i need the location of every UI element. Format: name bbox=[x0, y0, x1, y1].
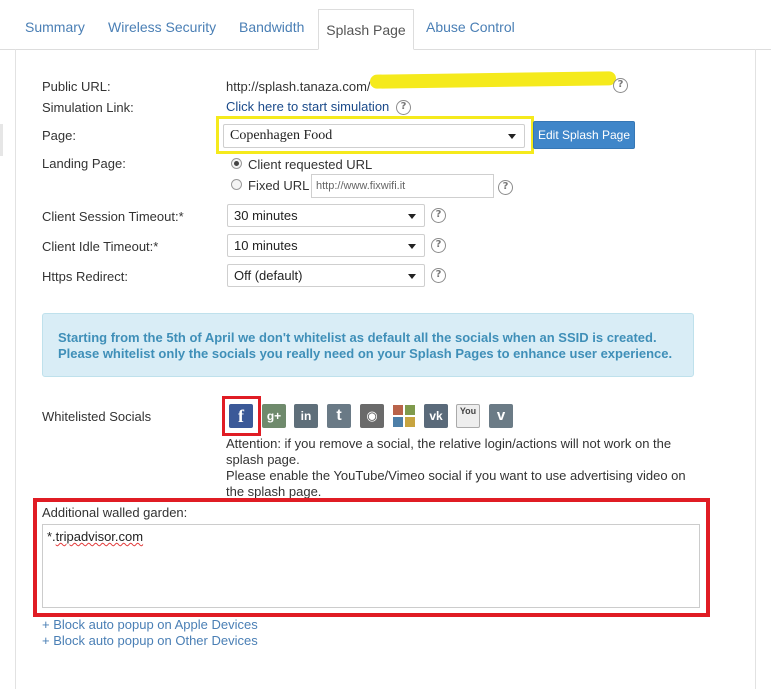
fixed-url-input[interactable]: http://www.fixwifi.it bbox=[311, 174, 494, 198]
client-idle-timeout-label: Client Idle Timeout:* bbox=[42, 239, 159, 254]
chevron-down-icon bbox=[408, 244, 416, 249]
client-idle-timeout-select[interactable]: 10 minutes bbox=[227, 234, 425, 257]
help-icon[interactable]: ? bbox=[498, 180, 513, 195]
walled-garden-value: tripadvisor.com bbox=[55, 529, 144, 544]
chevron-down-icon bbox=[408, 274, 416, 279]
chevron-down-icon bbox=[508, 134, 516, 139]
facebook-icon[interactable]: f bbox=[229, 404, 253, 428]
help-icon[interactable]: ? bbox=[431, 268, 446, 283]
client-requested-url-label: Client requested URL bbox=[248, 157, 373, 172]
fixed-url-label: Fixed URL bbox=[248, 178, 310, 193]
https-redirect-value: Off (default) bbox=[234, 268, 303, 283]
client-session-timeout-select[interactable]: 30 minutes bbox=[227, 204, 425, 227]
info-alert-line-1: Starting from the 5th of April we don't … bbox=[58, 330, 657, 345]
help-icon[interactable]: ? bbox=[431, 208, 446, 223]
radio-client-requested-url[interactable] bbox=[231, 158, 242, 169]
landing-page-label: Landing Page: bbox=[42, 156, 126, 171]
walled-garden-textarea[interactable]: *.tripadvisor.com bbox=[42, 524, 700, 608]
simulation-link[interactable]: Click here to start simulation bbox=[226, 99, 389, 114]
youtube-icon-text: You bbox=[459, 406, 477, 416]
simulation-link-label: Simulation Link: bbox=[42, 100, 134, 115]
twitter-icon[interactable]: t bbox=[327, 404, 351, 428]
walled-garden-label: Additional walled garden: bbox=[42, 505, 188, 520]
fixed-url-input-value: http://www.fixwifi.it bbox=[316, 180, 406, 192]
page-label: Page: bbox=[42, 128, 76, 143]
help-icon[interactable]: ? bbox=[431, 238, 446, 253]
vimeo-icon[interactable]: v bbox=[489, 404, 513, 428]
https-redirect-label: Https Redirect: bbox=[42, 269, 128, 284]
google-plus-icon[interactable]: g+ bbox=[262, 404, 286, 428]
side-marker bbox=[0, 124, 3, 156]
page-select-value: Copenhagen Food bbox=[230, 128, 333, 143]
block-popup-other-link[interactable]: + Block auto popup on Other Devices bbox=[42, 633, 258, 648]
client-session-timeout-value: 30 minutes bbox=[234, 208, 298, 223]
whitelisted-socials-label: Whitelisted Socials bbox=[42, 409, 152, 424]
public-url-value: http://splash.tanaza.com/ bbox=[226, 79, 371, 94]
page-select[interactable]: Copenhagen Food bbox=[223, 124, 525, 148]
block-popup-apple-link[interactable]: + Block auto popup on Apple Devices bbox=[42, 617, 258, 632]
radio-fixed-url[interactable] bbox=[231, 179, 242, 190]
walled-garden-prefix: *. bbox=[47, 529, 56, 544]
tab-wireless-security[interactable]: Wireless Security bbox=[108, 19, 216, 35]
socials-note-1: Attention: if you remove a social, the r… bbox=[226, 436, 672, 451]
chevron-down-icon bbox=[408, 214, 416, 219]
socials-note-4: the splash page. bbox=[226, 484, 322, 499]
info-alert: Starting from the 5th of April we don't … bbox=[42, 313, 694, 377]
help-icon[interactable]: ? bbox=[613, 78, 628, 93]
info-alert-line-2: Please whitelist only the socials you re… bbox=[58, 346, 673, 361]
public-url-label: Public URL: bbox=[42, 79, 111, 94]
tab-bandwidth[interactable]: Bandwidth bbox=[239, 19, 304, 35]
tab-summary[interactable]: Summary bbox=[25, 19, 85, 35]
socials-note-3: Please enable the YouTube/Vimeo social i… bbox=[226, 468, 686, 483]
microsoft-icon[interactable] bbox=[392, 404, 416, 428]
instagram-icon[interactable]: ◉ bbox=[360, 404, 384, 428]
client-session-timeout-label: Client Session Timeout:* bbox=[42, 209, 184, 224]
tab-splash-page[interactable]: Splash Page bbox=[318, 9, 414, 50]
client-idle-timeout-value: 10 minutes bbox=[234, 238, 298, 253]
edit-splash-page-button[interactable]: Edit Splash Page bbox=[533, 121, 635, 149]
socials-note-2: splash page. bbox=[226, 452, 300, 467]
help-icon[interactable]: ? bbox=[396, 100, 411, 115]
microsoft-icon-graphic bbox=[393, 405, 415, 427]
linkedin-icon[interactable]: in bbox=[294, 404, 318, 428]
vk-icon[interactable]: vk bbox=[424, 404, 448, 428]
tab-abuse-control[interactable]: Abuse Control bbox=[426, 19, 515, 35]
youtube-icon[interactable]: You bbox=[456, 404, 480, 428]
https-redirect-select[interactable]: Off (default) bbox=[227, 264, 425, 287]
